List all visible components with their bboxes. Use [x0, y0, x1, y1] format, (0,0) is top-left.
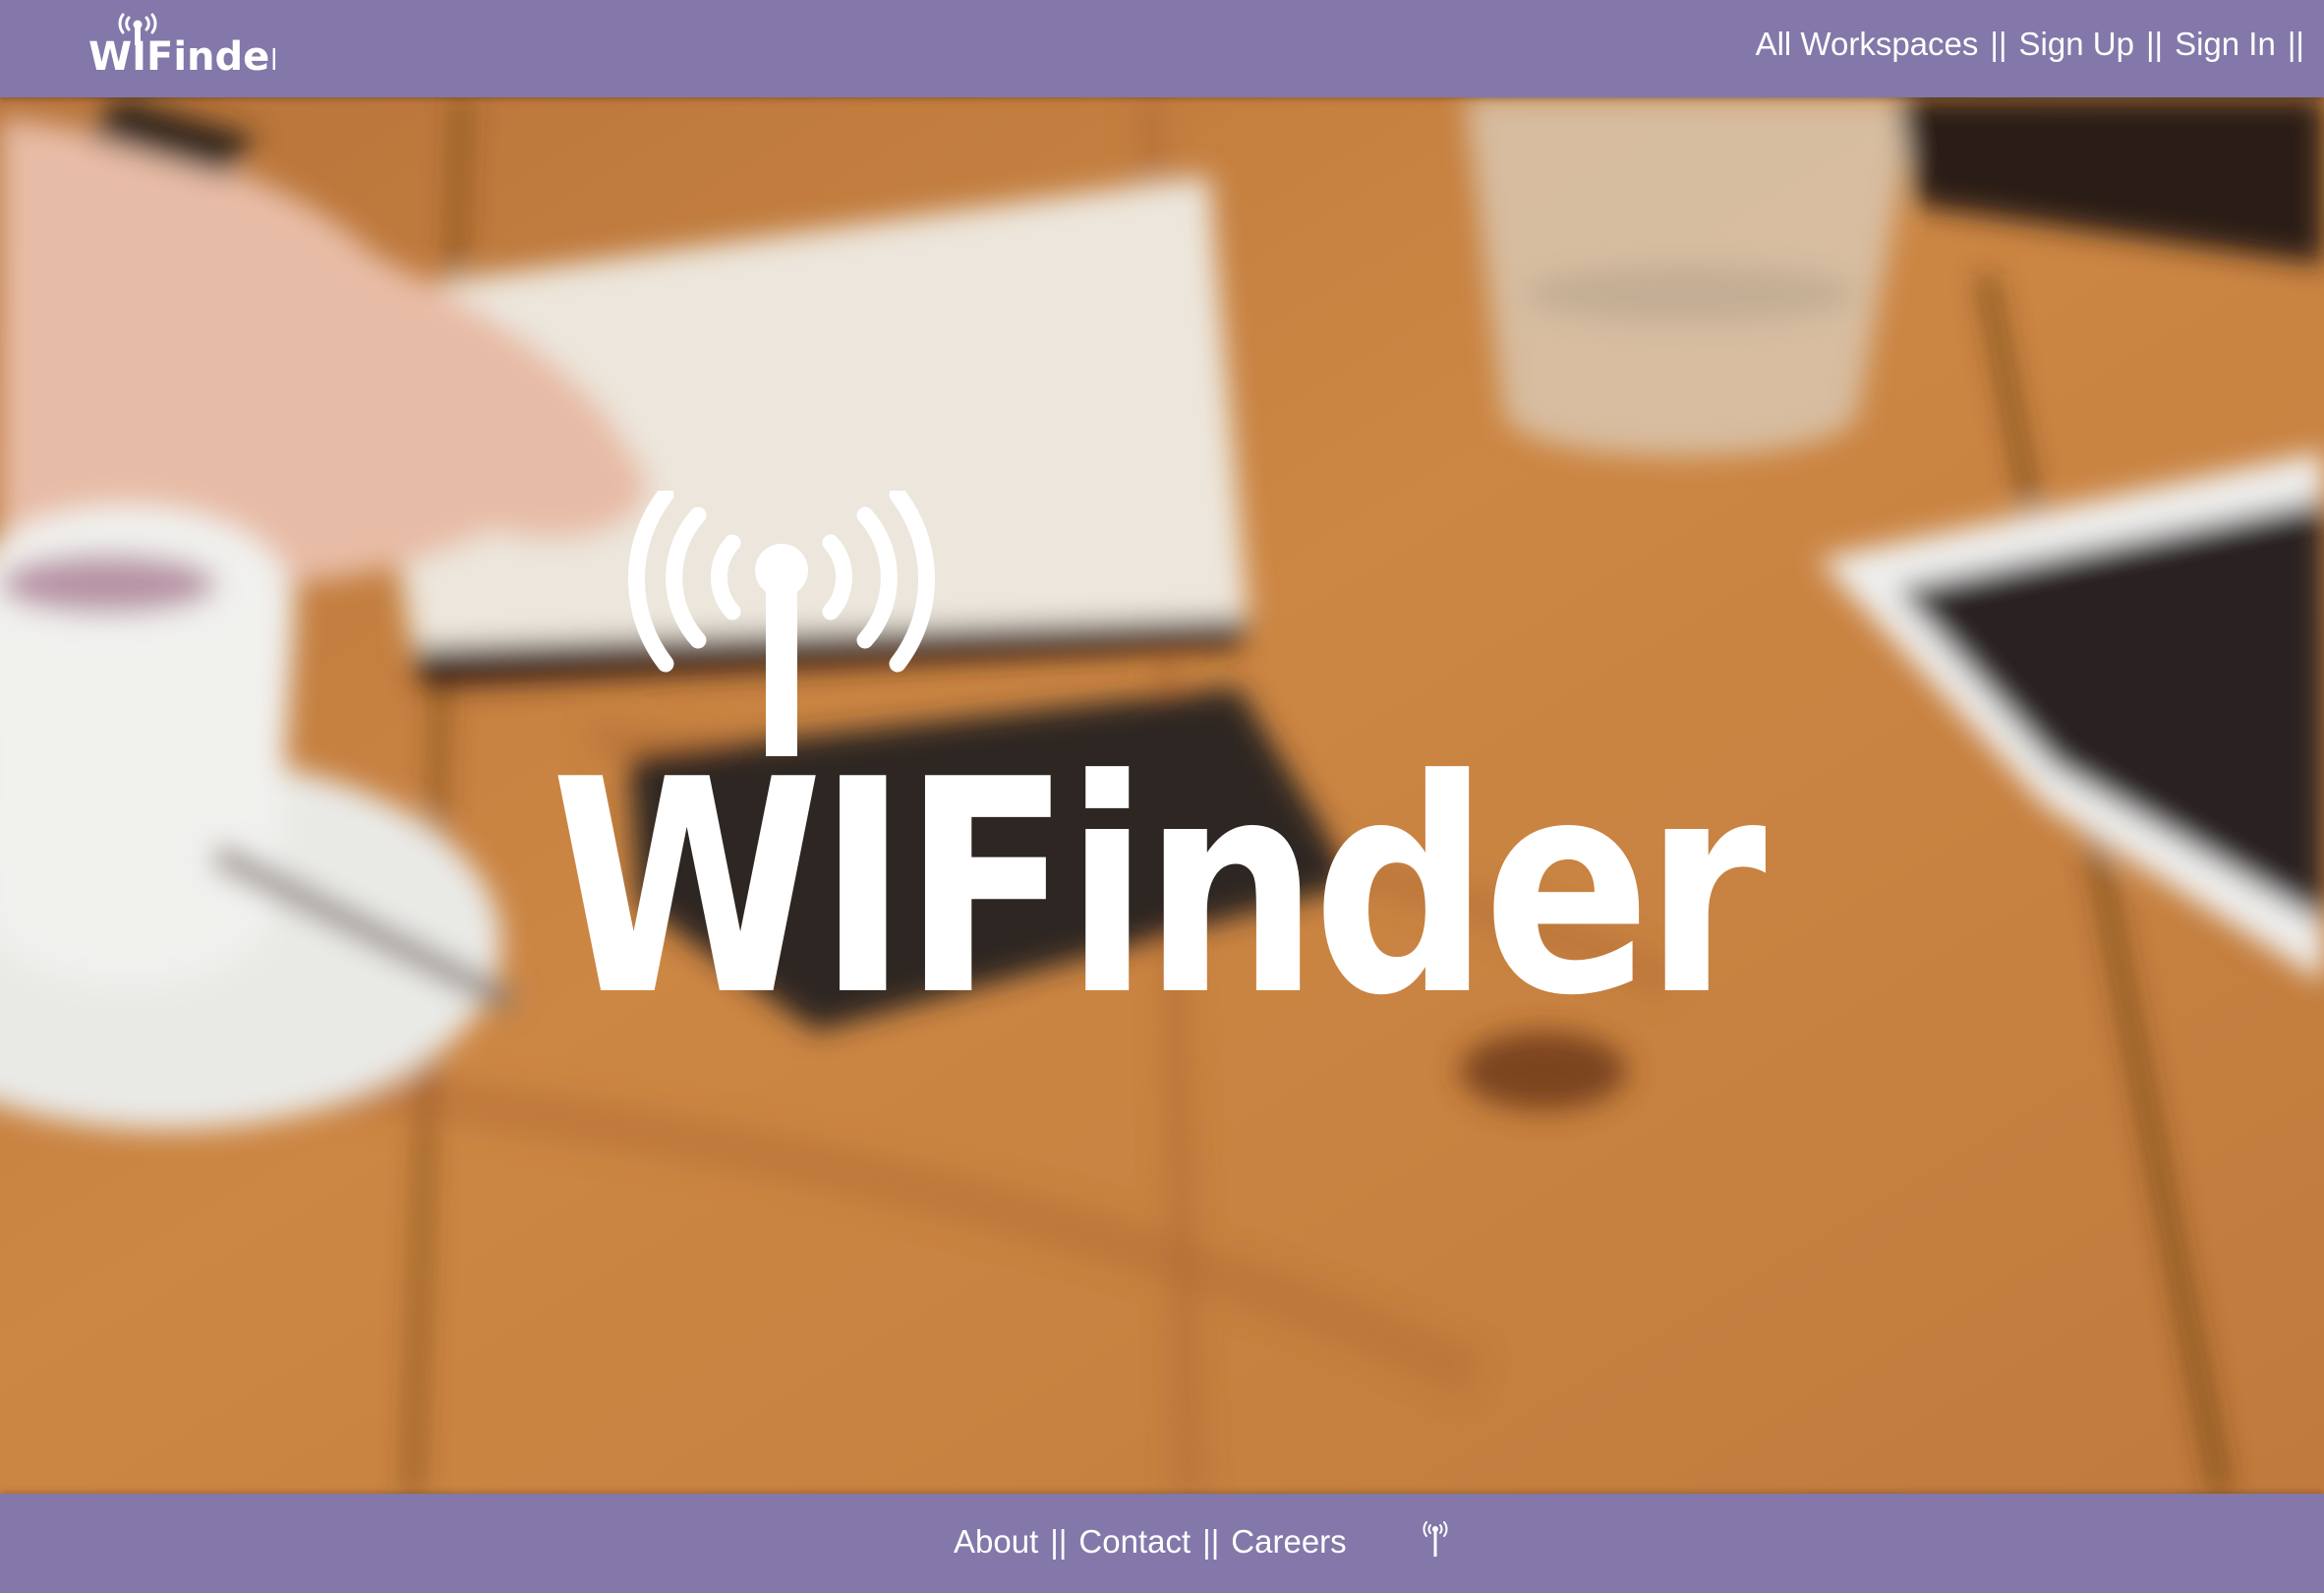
header-nav: All Workspaces || Sign Up || Sign In ||	[1756, 26, 2316, 63]
footer: About || Contact || Careers	[0, 1494, 2324, 1593]
footer-separator: ||	[1202, 1523, 1220, 1560]
footer-separator: ||	[1050, 1523, 1068, 1560]
nav-all-workspaces[interactable]: All Workspaces	[1756, 26, 1979, 63]
hero-logo: WIFinder	[551, 491, 1775, 1002]
footer-link-about[interactable]: About	[954, 1523, 1038, 1561]
brand-logo[interactable]: WIFinder	[88, 8, 275, 77]
nav-separator: ||	[2145, 26, 2164, 62]
nav-separator: ||	[1990, 26, 2007, 62]
wifi-antenna-icon	[1423, 1521, 1448, 1557]
footer-link-careers[interactable]: Careers	[1231, 1523, 1346, 1561]
svg-text:WIFinder: WIFinder	[88, 34, 275, 77]
footer-nav: About || Contact || Careers	[954, 1523, 1347, 1561]
nav-separator: ||	[2287, 26, 2304, 62]
hero-section: WIFinder	[0, 97, 2324, 1494]
svg-text:WIFinder: WIFinder	[551, 717, 1768, 1002]
footer-link-contact[interactable]: Contact	[1078, 1523, 1191, 1561]
nav-sign-up[interactable]: Sign Up	[2019, 26, 2134, 63]
top-navbar: WIFinder All Workspaces || Sign Up || Si…	[0, 0, 2324, 97]
nav-sign-in[interactable]: Sign In	[2175, 26, 2276, 63]
